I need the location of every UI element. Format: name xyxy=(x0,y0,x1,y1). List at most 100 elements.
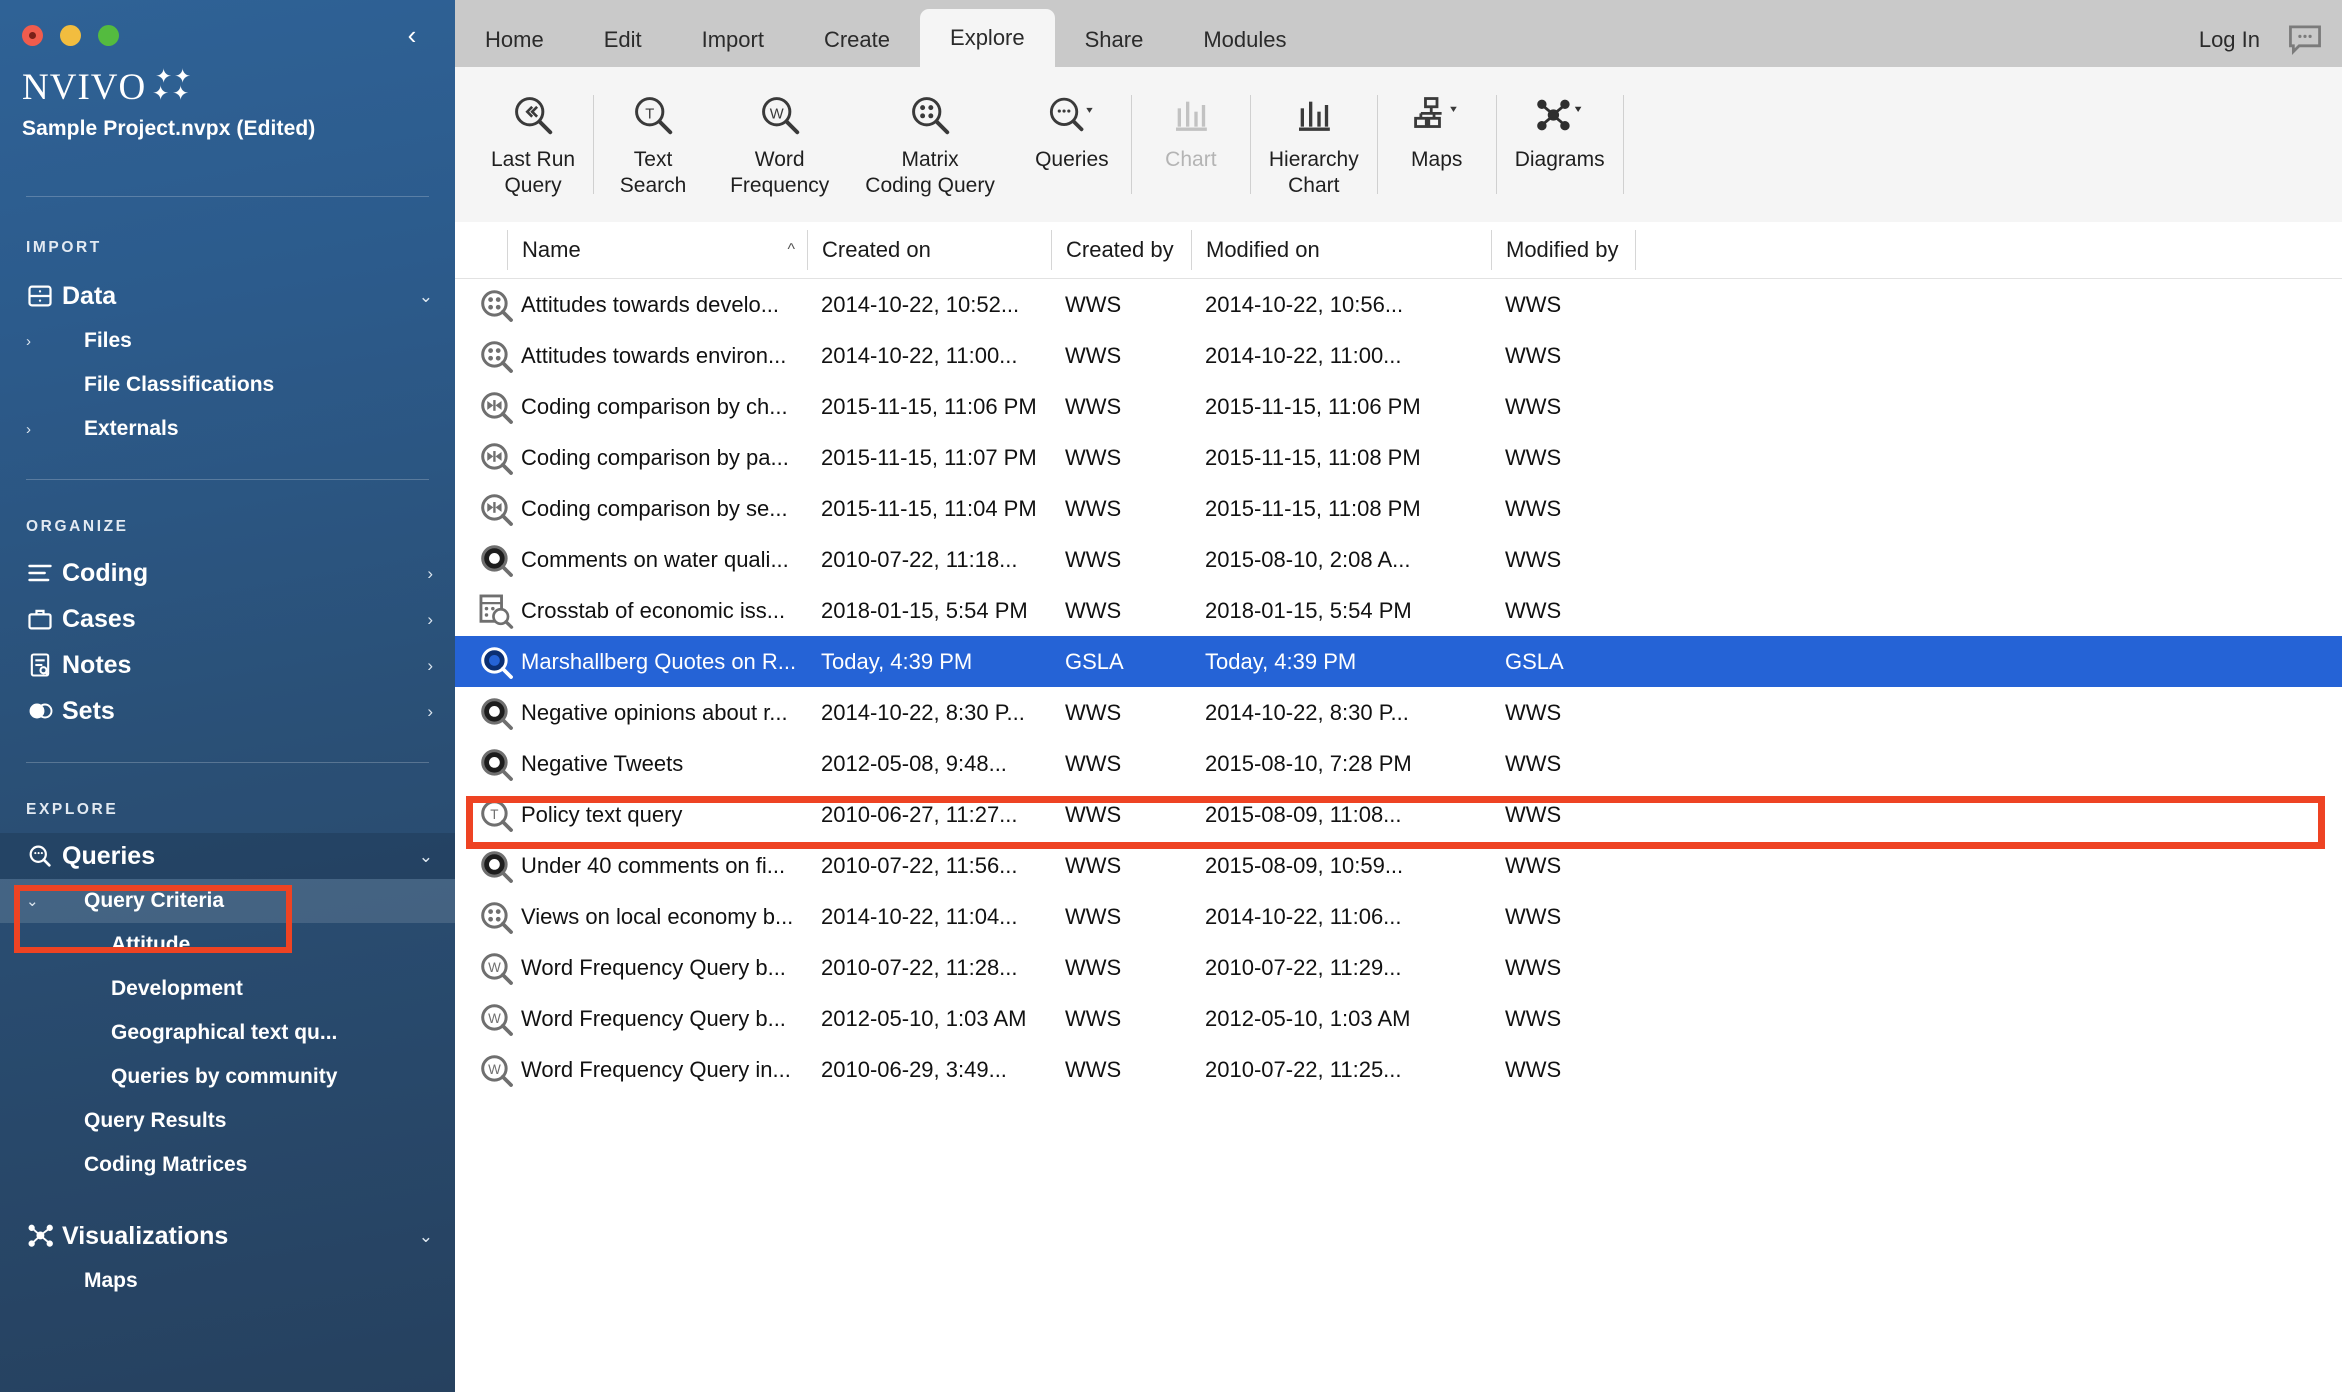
table-row[interactable]: W Word Frequency Query b... 2010-07-22, … xyxy=(455,942,2342,993)
close-window-button[interactable] xyxy=(22,25,43,46)
table-row[interactable]: Under 40 comments on fi... 2010-07-22, 1… xyxy=(455,840,2342,891)
cell-modified-on: 2015-08-09, 10:59... xyxy=(1205,852,1404,878)
ribbon-label: Hierarchy Chart xyxy=(1268,148,1359,198)
column-header-name[interactable]: Name ^ xyxy=(507,230,807,270)
sidebar-item-query-criteria[interactable]: ⌄ Query Criteria xyxy=(0,879,455,923)
sidebar-item-geographical-text-query[interactable]: Geographical text qu... xyxy=(0,1011,455,1055)
column-header-created-by[interactable]: Created by xyxy=(1051,230,1191,270)
tab-home[interactable]: Home xyxy=(455,13,574,67)
column-label: Created by xyxy=(1066,237,1174,262)
chevron-right-icon[interactable]: › xyxy=(427,657,433,674)
cell-name: Word Frequency Query b... xyxy=(521,1005,786,1031)
ribbon-maps[interactable]: Maps xyxy=(1378,67,1496,222)
chevron-right-icon[interactable]: › xyxy=(427,611,433,628)
cell-modified-by: GSLA xyxy=(1505,648,1564,674)
sidebar-item-coding[interactable]: Coding › xyxy=(0,550,455,596)
tab-share[interactable]: Share xyxy=(1055,13,1174,67)
table-row[interactable]: Attitudes towards develo... 2014-10-22, … xyxy=(455,279,2342,330)
ribbon-last-run-query[interactable]: Last Run Query xyxy=(473,67,593,222)
table-row[interactable]: W Word Frequency Query b... 2012-05-10, … xyxy=(455,993,2342,1044)
cell-created-by: WWS xyxy=(1065,801,1122,827)
database-icon xyxy=(26,282,62,310)
login-button[interactable]: Log In xyxy=(2199,27,2260,53)
ribbon-hierarchy-chart[interactable]: Hierarchy Chart xyxy=(1251,67,1377,222)
chevron-down-icon[interactable]: ⌄ xyxy=(419,1228,433,1245)
ribbon-diagrams[interactable]: Diagrams xyxy=(1497,67,1623,222)
cell-name: Coding comparison by ch... xyxy=(521,393,788,419)
ribbon-toolbar: Last Run Query T Text Search W Word Freq… xyxy=(455,67,2342,222)
ribbon-queries[interactable]: Queries xyxy=(1013,67,1131,222)
table-row[interactable]: Coding comparison by ch... 2015-11-15, 1… xyxy=(455,381,2342,432)
column-label: Created on xyxy=(822,237,931,262)
tab-edit[interactable]: Edit xyxy=(574,13,672,67)
table-row[interactable]: Attitudes towards environ... 2014-10-22,… xyxy=(455,330,2342,381)
chevron-down-icon[interactable]: ⌄ xyxy=(419,288,433,305)
sidebar-item-development[interactable]: Development xyxy=(0,967,455,1011)
cell-name: Policy text query xyxy=(521,801,683,827)
ribbon-label: Diagrams xyxy=(1514,148,1605,171)
sidebar-item-cases[interactable]: Cases › xyxy=(0,596,455,642)
tab-explore[interactable]: Explore xyxy=(920,9,1055,67)
sidebar-item-file-classifications[interactable]: File Classifications xyxy=(0,363,455,407)
ribbon-text-search[interactable]: T Text Search xyxy=(594,67,712,222)
table-row[interactable]: Marshallberg Quotes on R... Today, 4:39 … xyxy=(455,636,2342,687)
zoom-window-button[interactable] xyxy=(98,25,119,46)
sidebar-item-label: Sets xyxy=(62,696,115,725)
sparkle-icon: ✦ ✦ ✦ ✦ xyxy=(152,65,191,105)
tab-modules[interactable]: Modules xyxy=(1173,13,1316,67)
chevron-left-icon[interactable]: ‹ xyxy=(395,18,429,52)
table-row[interactable]: Negative Tweets 2012-05-08, 9:48... WWS … xyxy=(455,738,2342,789)
coding-query-icon xyxy=(477,541,515,579)
minimize-window-button[interactable] xyxy=(60,25,81,46)
table-row[interactable]: Negative opinions about r... 2014-10-22,… xyxy=(455,687,2342,738)
chevron-right-icon[interactable]: › xyxy=(26,333,84,350)
cell-name: Under 40 comments on fi... xyxy=(521,852,786,878)
sidebar-item-externals[interactable]: › Externals xyxy=(0,407,455,451)
comment-bubble-icon[interactable] xyxy=(2286,24,2324,56)
table-row[interactable]: Views on local economy b... 2014-10-22, … xyxy=(455,891,2342,942)
column-header-modified-by[interactable]: Modified by xyxy=(1491,230,1635,270)
cell-name: Negative opinions about r... xyxy=(521,699,788,725)
cell-created-on: 2010-07-22, 11:28... xyxy=(821,954,1018,980)
ribbon-matrix-coding-query[interactable]: Matrix Coding Query xyxy=(847,67,1013,222)
tab-import[interactable]: Import xyxy=(672,13,794,67)
sidebar-item-maps[interactable]: Maps xyxy=(0,1259,455,1303)
sidebar-item-data[interactable]: Data ⌄ xyxy=(0,273,455,319)
cell-name: Attitudes towards environ... xyxy=(521,342,787,368)
sidebar-item-notes[interactable]: Notes › xyxy=(0,642,455,688)
chevron-down-icon[interactable]: ⌄ xyxy=(26,892,84,910)
table-body: Attitudes towards develo... 2014-10-22, … xyxy=(455,279,2342,1095)
chevron-right-icon[interactable]: › xyxy=(427,703,433,720)
ribbon-word-frequency[interactable]: W Word Frequency xyxy=(712,67,847,222)
tab-create[interactable]: Create xyxy=(794,13,920,67)
column-label: Modified on xyxy=(1206,237,1320,262)
chevron-right-icon[interactable]: › xyxy=(26,421,84,438)
cell-modified-on: 2014-10-22, 11:00... xyxy=(1205,342,1402,368)
sidebar-item-query-results[interactable]: Query Results xyxy=(0,1099,455,1143)
chevron-right-icon[interactable]: › xyxy=(427,565,433,582)
column-header-created-on[interactable]: Created on xyxy=(807,230,1051,270)
project-name: Sample Project.nvpx (Edited) xyxy=(22,117,316,140)
cell-modified-by: WWS xyxy=(1505,1056,1562,1082)
chevron-down-icon[interactable]: ⌄ xyxy=(419,848,433,865)
rewind-query-icon xyxy=(510,89,556,141)
table-row[interactable]: Coding comparison by pa... 2015-11-15, 1… xyxy=(455,432,2342,483)
table-row[interactable]: Crosstab of economic iss... 2018-01-15, … xyxy=(455,585,2342,636)
sidebar-item-attitude[interactable]: Attitude xyxy=(0,923,455,967)
briefcase-icon xyxy=(26,605,62,633)
cell-created-on: 2010-06-29, 3:49... xyxy=(821,1056,1007,1082)
sidebar-item-coding-matrices[interactable]: Coding Matrices xyxy=(0,1143,455,1187)
ribbon-chart[interactable]: Chart xyxy=(1132,67,1250,222)
table-row[interactable]: T Policy text query 2010-06-27, 11:27...… xyxy=(455,789,2342,840)
table-row[interactable]: W Word Frequency Query in... 2010-06-29,… xyxy=(455,1044,2342,1095)
sidebar-item-visualizations[interactable]: Visualizations ⌄ xyxy=(0,1213,455,1259)
sidebar-item-sets[interactable]: Sets › xyxy=(0,688,455,734)
table-row[interactable]: Comments on water quali... 2010-07-22, 1… xyxy=(455,534,2342,585)
column-header-modified-on[interactable]: Modified on xyxy=(1191,230,1491,270)
sidebar-item-queries-by-community[interactable]: Queries by community xyxy=(0,1055,455,1099)
sidebar-item-queries[interactable]: Queries ⌄ xyxy=(0,833,455,879)
sidebar-item-files[interactable]: › Files xyxy=(0,319,455,363)
coding-comparison-icon xyxy=(477,439,515,477)
table-row[interactable]: Coding comparison by se... 2015-11-15, 1… xyxy=(455,483,2342,534)
word-frequency-icon: W xyxy=(757,89,803,141)
